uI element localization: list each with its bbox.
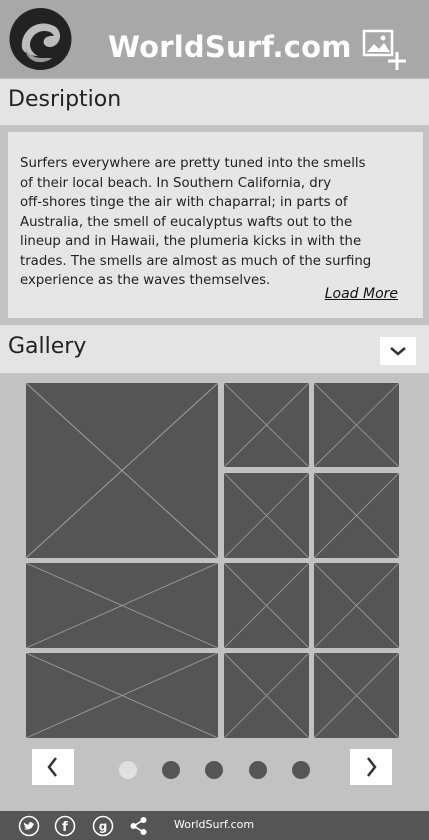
gallery-page-dot[interactable] [205,761,223,779]
gallery-image[interactable] [224,383,309,467]
gallery-page-dot[interactable] [292,761,310,779]
facebook-icon[interactable]: f [54,815,76,837]
gallery-image[interactable] [26,563,218,648]
svg-text:g: g [99,820,108,834]
gallery-title: Gallery [8,334,87,359]
image-placeholder-icon [26,563,218,648]
image-placeholder-icon [26,383,218,558]
footer-site-name[interactable]: WorldSurf.com [174,818,254,831]
google-plus-icon[interactable]: g [92,815,114,837]
app-footer: f g WorldSurf.com [0,811,429,840]
gallery-page-dot[interactable] [119,761,137,779]
gallery-image[interactable] [224,653,309,738]
gallery-image[interactable] [26,383,218,558]
image-placeholder-icon [314,473,399,558]
gallery-image[interactable] [314,383,399,467]
load-more-link[interactable]: Load More [325,286,398,302]
description-text: Surfers everywhere are pretty tuned into… [20,156,372,288]
image-placeholder-icon [224,383,309,467]
image-placeholder-icon [314,653,399,738]
gallery-header: Gallery [0,325,429,373]
image-placeholder-icon [224,473,309,558]
gallery-image[interactable] [314,563,399,648]
description-panel: Surfers everywhere are pretty tuned into… [8,132,423,318]
gallery-image[interactable] [224,563,309,648]
gallery-image[interactable] [224,473,309,558]
description-header: Desription [0,79,429,125]
gallery-image[interactable] [314,653,399,738]
chevron-right-icon [367,757,377,777]
chevron-left-icon [47,757,57,777]
site-title: WorldSurf.com [108,30,352,64]
svg-text:f: f [62,820,68,835]
app-header: WorldSurf.com [0,0,429,78]
image-placeholder-icon [224,653,309,738]
gallery-dropdown-button[interactable] [380,337,416,365]
gallery-page-dot[interactable] [162,761,180,779]
add-image-icon[interactable] [362,28,406,72]
gallery-page-dot[interactable] [249,761,267,779]
image-placeholder-icon [314,563,399,648]
twitter-icon[interactable] [18,815,40,837]
image-placeholder-icon [224,563,309,648]
image-placeholder-icon [314,383,399,467]
image-placeholder-icon [26,653,218,738]
description-title: Desription [8,87,122,112]
gallery-image[interactable] [314,473,399,558]
gallery-next-button[interactable] [350,749,392,785]
gallery-prev-button[interactable] [32,749,74,785]
share-icon[interactable] [128,815,150,837]
wave-logo-icon[interactable] [8,8,73,70]
gallery-image[interactable] [26,653,218,738]
chevron-down-icon [390,347,406,356]
